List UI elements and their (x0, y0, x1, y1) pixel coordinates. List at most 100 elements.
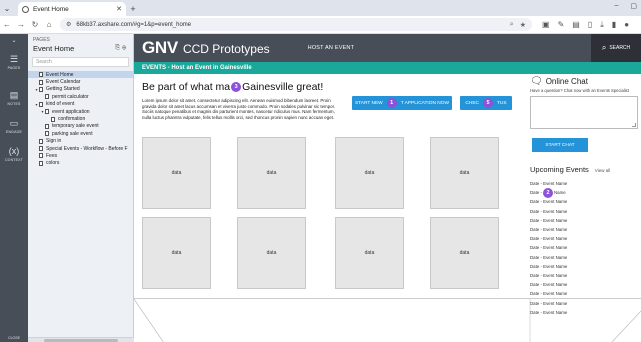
event-list-item[interactable]: Date - 2 Name (530, 187, 641, 198)
event-list-item[interactable]: Date - Event Name (530, 243, 641, 252)
event-name-suffix: Name (553, 190, 566, 196)
tree-item-label: Event Home (46, 71, 74, 78)
reload-icon[interactable]: ↻ (28, 20, 42, 29)
events-list: Date - Event Name Date - 2 Name Date - Even… (530, 179, 641, 317)
collapse-chevron-icon[interactable]: ⌄ (0, 34, 28, 48)
event-list-item[interactable]: Date - Event Name (530, 179, 641, 188)
browser-tab[interactable]: Event Home ✕ (18, 2, 126, 16)
pages-panel: PAGES Event Home ⎘⊕ Search Event Home Eve… (28, 34, 134, 342)
search-button[interactable]: ⌕ SEARCH (591, 34, 641, 62)
sidebar-icon[interactable]: ▯ (588, 20, 592, 30)
panel-header: PAGES (33, 37, 50, 43)
tree-item[interactable]: parking sale event (28, 130, 133, 137)
tab-search-icon[interactable]: ⌄ (0, 0, 14, 16)
logo-text: GNV (142, 38, 178, 57)
pen-icon[interactable]: ✎ (558, 20, 565, 30)
back-icon[interactable]: ← (0, 20, 14, 29)
view-all-link[interactable]: View all (595, 168, 610, 173)
annotation-badge-3[interactable]: 3 (231, 82, 242, 92)
start-chat-button[interactable]: START CHAT (532, 138, 588, 152)
page-icon (39, 79, 43, 85)
tree-item[interactable]: confirmation (28, 115, 133, 122)
data-cell: data (430, 217, 499, 289)
upcoming-title: Upcoming Events (530, 165, 589, 174)
bookmark-star-icon[interactable]: ★ (520, 21, 526, 29)
tree-item[interactable]: Sign in (28, 138, 133, 145)
rail-notes[interactable]: ▤ NOTES (0, 84, 28, 112)
home-icon[interactable]: ⌂ (42, 20, 56, 29)
annotation-badge-1[interactable]: 1 (386, 98, 397, 108)
data-cell: data (142, 137, 211, 209)
forward-icon[interactable]: → (14, 20, 28, 29)
rail-close-label[interactable]: CLOSE (0, 336, 28, 340)
event-list-item[interactable]: Date - Event Name (530, 207, 641, 216)
minimize-icon[interactable]: – (614, 2, 618, 10)
event-list-item[interactable]: Date - Event Name (530, 234, 641, 243)
tree-item[interactable]: temporary sale event (28, 123, 133, 130)
zoom-icon[interactable]: ⌕ (510, 21, 514, 29)
url-field[interactable]: ⚙ 68kb37.axshare.com/#g=1&p=event_home ⌕… (60, 18, 532, 31)
extension-icon[interactable]: ▣ (542, 20, 550, 30)
new-tab-button[interactable]: + (126, 2, 140, 16)
event-list-item[interactable]: Date - Event Name (530, 262, 641, 271)
engage-icon: ▭ (9, 117, 19, 128)
data-cell: data (335, 137, 404, 209)
page-icon (39, 146, 43, 152)
page-icon (45, 109, 49, 115)
tree-item[interactable]: Fees (28, 152, 133, 159)
browser-tab-strip: ⌄ Event Home ✕ + – ▢ (0, 0, 641, 16)
profile-avatar[interactable]: ● (624, 20, 629, 30)
maximize-icon[interactable]: ▢ (630, 2, 637, 10)
event-list-item[interactable]: Date - Event Name (530, 225, 641, 234)
tree-item[interactable]: Event Calendar (28, 78, 133, 85)
tree-item[interactable]: colors (28, 160, 133, 167)
rail-engage[interactable]: ▭ ENGAGE (0, 112, 28, 140)
rail-context[interactable]: (x) CONTEXT (0, 140, 28, 168)
annotation-badge-5[interactable]: 5 (482, 98, 493, 108)
event-list-item[interactable]: Date - Event Name (530, 216, 641, 225)
start-btn-pre: START NEW (354, 100, 383, 106)
tree-item-label: colors (46, 160, 60, 167)
reader-icon[interactable]: ▤ (572, 20, 580, 30)
check-btn-post: TUS (496, 100, 507, 106)
tree-item[interactable]: permit calculator (28, 93, 133, 100)
tree-item[interactable]: ▾ event application (28, 108, 133, 115)
page-icon (45, 131, 49, 137)
page-icon (51, 116, 55, 122)
event-list-item[interactable]: Date - Event Name (530, 197, 641, 206)
context-icon: (x) (8, 145, 20, 156)
page-search-input[interactable]: Search (32, 57, 129, 67)
event-list-item[interactable]: Date - Event Name (530, 280, 641, 289)
link-icon[interactable]: ⊕ (122, 45, 128, 51)
host-event-link[interactable]: HOST AN EVENT (308, 45, 355, 51)
split-icon[interactable]: ▮ (612, 20, 616, 30)
site-logo[interactable]: GNV CCD Prototypes (142, 38, 270, 58)
page-icon (39, 86, 43, 92)
pages-icon: ☰ (9, 53, 19, 64)
data-cell: data (237, 137, 306, 209)
tree-item[interactable]: Special Events - Workflow - Before F (28, 145, 133, 152)
chat-title: Online Chat (545, 77, 588, 86)
tree-item-label: Fees (46, 152, 58, 159)
tab-title: Event Home (33, 5, 69, 13)
panel-title-row: Event Home ⎘⊕ (28, 43, 133, 57)
window-controls: – ▢ (614, 2, 637, 10)
rail-pages[interactable]: ☰ PAGES (0, 48, 28, 76)
site-info-icon[interactable]: ⚙ (66, 21, 71, 28)
tree-item-label: kind of event (46, 101, 75, 108)
annotation-badge-2[interactable]: 2 (542, 187, 553, 198)
tree-item[interactable]: ▾ kind of event (28, 101, 133, 108)
check-status-button[interactable]: CHEC 5 TUS (460, 96, 512, 110)
event-date-prefix: Date - (530, 190, 542, 196)
start-application-button[interactable]: START NEW 1 T APPLICATION NOW (352, 96, 452, 110)
chat-textarea[interactable] (530, 96, 638, 129)
tab-close-icon[interactable]: ✕ (116, 5, 122, 13)
tree-item[interactable]: Event Home (28, 71, 133, 79)
panel-scrollbar[interactable] (28, 337, 134, 342)
event-list-item[interactable]: Date - Event Name (530, 253, 641, 262)
tree-item-label: Sign in (46, 138, 62, 145)
event-list-item[interactable]: Date - Event Name (530, 271, 641, 280)
tree-item[interactable]: ▾ Getting Started (28, 86, 133, 93)
page-icon (39, 153, 43, 159)
download-icon[interactable]: ⤓ (600, 20, 604, 30)
